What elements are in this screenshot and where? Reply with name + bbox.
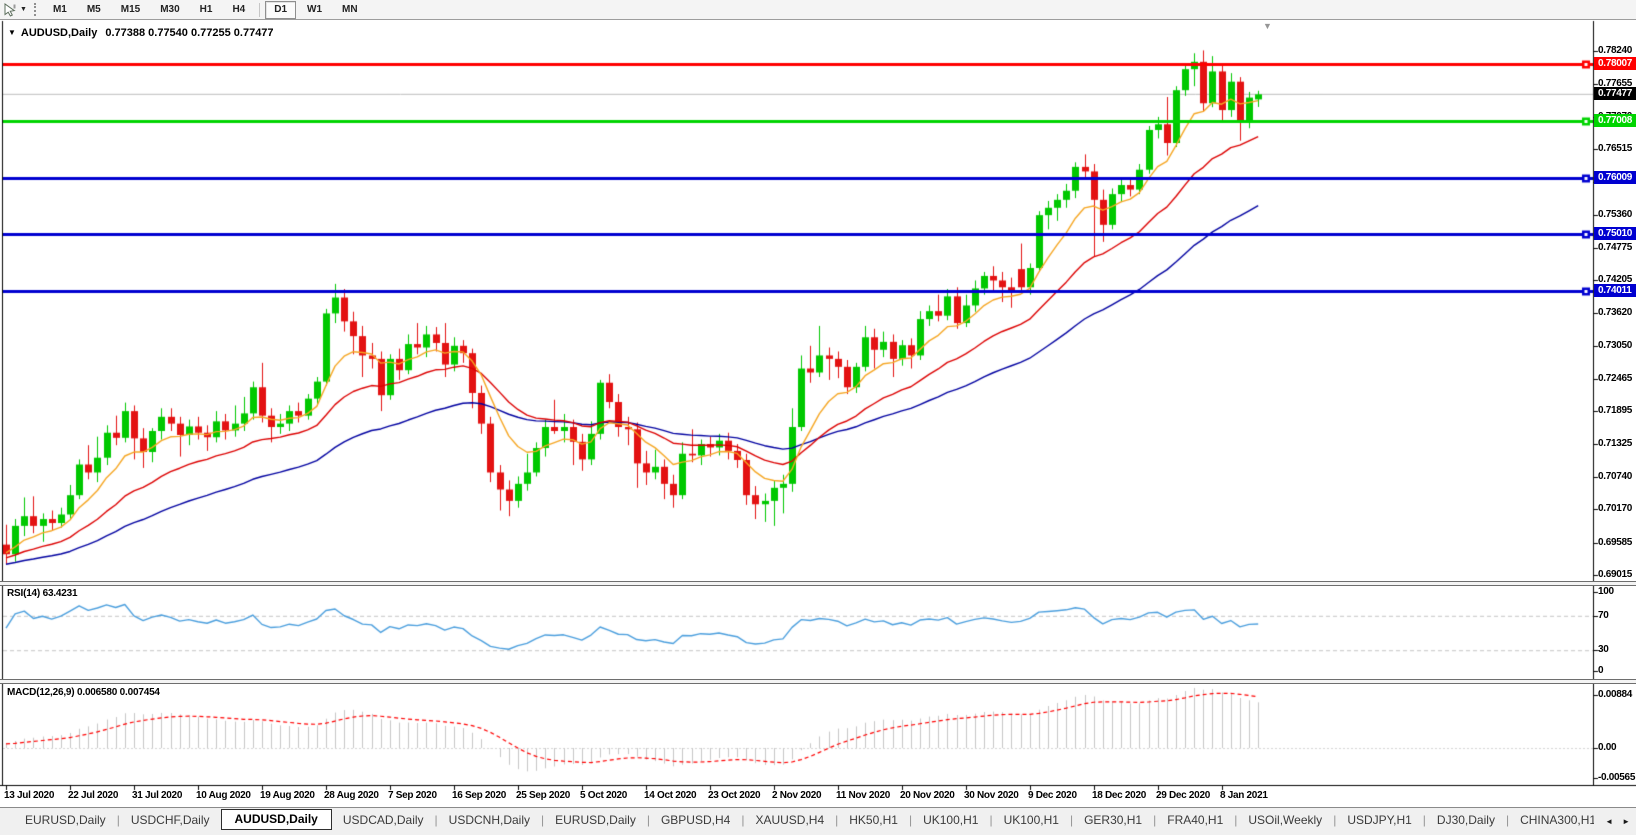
timeframe-button-M15[interactable]: M15	[112, 1, 149, 19]
tab-FRA40-H1[interactable]: FRA40,H1	[1156, 810, 1234, 830]
tab-XAUUSD-H4[interactable]: XAUUSD,H4	[744, 810, 835, 830]
price-axis-label: 0.78240	[1598, 45, 1636, 57]
price-axis-label: 0.74775	[1598, 242, 1636, 254]
timeframe-button-M1[interactable]: M1	[44, 1, 76, 19]
price-axis-label: 0.71325	[1598, 438, 1636, 450]
rsi-axis-label: 100	[1598, 586, 1636, 598]
date-axis-label: 13 Jul 2020	[4, 790, 54, 801]
date-axis-label: 10 Aug 2020	[196, 790, 251, 801]
tab-UK100-H1[interactable]: UK100,H1	[912, 810, 989, 830]
rsi-axis-label: 30	[1598, 644, 1636, 656]
date-axis-label: 9 Dec 2020	[1028, 790, 1077, 801]
date-axis-label: 19 Aug 2020	[260, 790, 315, 801]
rsi-axis-label: 70	[1598, 610, 1636, 622]
date-axis-label: 2 Nov 2020	[772, 790, 821, 801]
timeframe-button-M5[interactable]: M5	[78, 1, 110, 19]
hline-price-label: 0.75010	[1594, 227, 1636, 240]
macd-axis-label: 0.00884	[1598, 689, 1636, 701]
date-axis-label: 14 Oct 2020	[644, 790, 696, 801]
timeframe-button-group: M1M5M15M30H1H4 D1W1MN	[43, 1, 368, 19]
chart-title: ▼ AUDUSD,Daily 0.77388 0.77540 0.77255 0.7…	[8, 27, 274, 39]
tab-USDCAD-Daily[interactable]: USDCAD,Daily	[332, 810, 435, 830]
price-axis-label: 0.73050	[1598, 340, 1636, 352]
date-axis-label: 5 Oct 2020	[580, 790, 627, 801]
tab-AUDUSD-Daily[interactable]: AUDUSD,Daily	[221, 809, 332, 830]
price-axis-label: 0.70170	[1598, 503, 1636, 515]
toolbar-separator	[259, 3, 260, 17]
date-axis-label: 8 Jan 2021	[1220, 790, 1268, 801]
tab-CHINA300-H1[interactable]: CHINA300,H1	[1509, 810, 1607, 830]
timeframe-button-H1[interactable]: H1	[191, 1, 222, 19]
tab-UK100-H1[interactable]: UK100,H1	[993, 810, 1070, 830]
price-axis-label: 0.76515	[1598, 143, 1636, 155]
price-axis-label: 0.69585	[1598, 537, 1636, 549]
date-axis-label: 29 Dec 2020	[1156, 790, 1210, 801]
hline-price-label: 0.78007	[1594, 57, 1636, 70]
price-axis-label: 0.69015	[1598, 569, 1636, 581]
rsi-indicator-label: RSI(14) 63.4231	[7, 588, 77, 599]
date-axis-label: 25 Sep 2020	[516, 790, 570, 801]
date-axis-label: 16 Sep 2020	[452, 790, 506, 801]
date-axis-label: 18 Dec 2020	[1092, 790, 1146, 801]
date-axis-label: 23 Oct 2020	[708, 790, 760, 801]
date-axis-label: 7 Sep 2020	[388, 790, 437, 801]
chart-symbol-period: AUDUSD,Daily	[21, 27, 97, 39]
date-axis-label: 22 Jul 2020	[68, 790, 118, 801]
trading-terminal: ▼ M1M5M15M30H1H4 D1W1MN ▼ AUDUSD,Daily 0.77…	[0, 0, 1636, 835]
cursor-pointer-icon[interactable]	[1, 2, 19, 18]
toolbar-grip[interactable]	[34, 3, 36, 16]
date-axis-label: 11 Nov 2020	[836, 790, 890, 801]
chart-tabs-bar: EURUSD,Daily|USDCHF,DailyAUDUSD,DailyUSD…	[0, 807, 1636, 835]
timeframe-button-W1[interactable]: W1	[298, 1, 331, 19]
macd-axis-label: 0.00	[1598, 742, 1636, 754]
tab-USOil-Weekly[interactable]: USOil,Weekly	[1237, 810, 1333, 830]
tab-EURUSD-Daily[interactable]: EURUSD,Daily	[544, 810, 647, 830]
tab-GBPUSD-H4[interactable]: GBPUSD,H4	[650, 810, 741, 830]
hline-price-label: 0.76009	[1594, 171, 1636, 184]
macd-indicator-label: MACD(12,26,9) 0.006580 0.007454	[7, 687, 160, 698]
tab-scroll-left-icon[interactable]: ◄	[1605, 817, 1613, 826]
hline-price-label: 0.74011	[1594, 284, 1636, 297]
pane-separator[interactable]	[0, 581, 1636, 586]
timeframe-button-M30[interactable]: M30	[151, 1, 188, 19]
hline-price-label: 0.77008	[1594, 114, 1636, 127]
rsi-axis-label: 0	[1598, 665, 1636, 677]
chart-canvas[interactable]	[0, 0, 1636, 835]
chart-toolbar: ▼ M1M5M15M30H1H4 D1W1MN	[0, 0, 1636, 20]
date-axis-label: 30 Nov 2020	[964, 790, 1019, 801]
price-axis-label: 0.71895	[1598, 405, 1636, 417]
chart-shift-icon[interactable]: ▼	[1263, 21, 1272, 31]
tab-USDCNH-Daily[interactable]: USDCNH,Daily	[438, 810, 541, 830]
date-axis-label: 28 Aug 2020	[324, 790, 379, 801]
tab-scroll-right-icon[interactable]: ►	[1622, 817, 1630, 826]
tab-GER30-H1[interactable]: GER30,H1	[1073, 810, 1153, 830]
toolbar-dropdown-caret-icon[interactable]: ▼	[20, 6, 27, 13]
timeframe-button-H4[interactable]: H4	[223, 1, 254, 19]
price-axis-label: 0.70740	[1598, 471, 1636, 483]
tab-EURUSD-Daily[interactable]: EURUSD,Daily	[14, 810, 117, 830]
price-axis-label: 0.73620	[1598, 307, 1636, 319]
pane-separator[interactable]	[0, 679, 1636, 684]
timeframe-button-MN[interactable]: MN	[333, 1, 367, 19]
date-axis-label: 20 Nov 2020	[900, 790, 955, 801]
price-axis-label: 0.72465	[1598, 373, 1636, 385]
tab-DJ30-Daily[interactable]: DJ30,Daily	[1426, 810, 1506, 830]
chart-ohlc-values: 0.77388 0.77540 0.77255 0.77477	[105, 27, 273, 39]
current-price-label: 0.77477	[1594, 87, 1636, 100]
chart-title-caret-icon[interactable]: ▼	[8, 28, 16, 37]
tab-scroll-controls: ◄ ►	[1594, 808, 1636, 834]
price-axis-label: 0.75360	[1598, 209, 1636, 221]
tab-HK50-H1[interactable]: HK50,H1	[838, 810, 909, 830]
date-axis-label: 31 Jul 2020	[132, 790, 182, 801]
tab-USDCHF-Daily[interactable]: USDCHF,Daily	[120, 810, 221, 830]
macd-axis-label: -0.00565	[1598, 772, 1636, 784]
tab-USDJPY-H1[interactable]: USDJPY,H1	[1336, 810, 1422, 830]
timeframe-button-D1[interactable]: D1	[265, 1, 296, 19]
